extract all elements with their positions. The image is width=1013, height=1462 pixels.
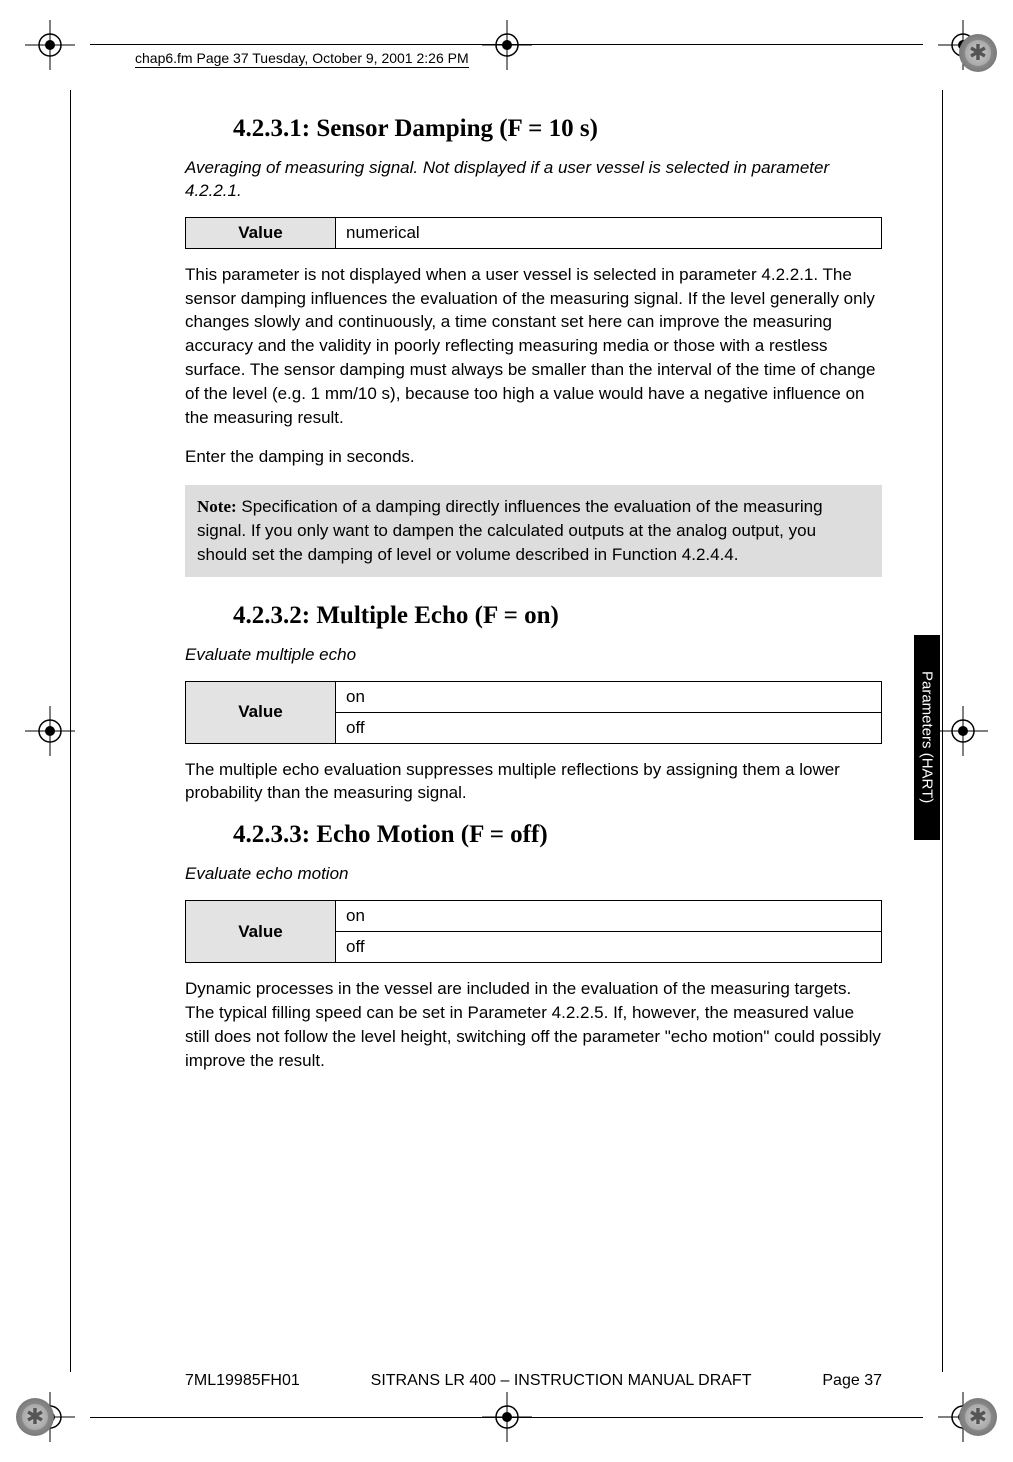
frame-line: [70, 90, 71, 1372]
registration-mark-icon: [482, 20, 532, 70]
body-paragraph: The multiple echo evaluation suppresses …: [185, 758, 882, 806]
section-description: Evaluate multiple echo: [185, 644, 882, 667]
value-table: Value on off: [185, 681, 882, 744]
body-paragraph: This parameter is not displayed when a u…: [185, 263, 882, 430]
table-value-cell: off: [336, 712, 882, 743]
frame-line: [942, 90, 943, 1372]
section-description: Averaging of measuring signal. Not displ…: [185, 157, 882, 203]
frame-line: [90, 1417, 923, 1418]
section-side-tab: Parameters (HART): [914, 635, 940, 840]
body-paragraph: Enter the damping in seconds.: [185, 445, 882, 469]
table-value-cell: on: [336, 901, 882, 932]
section-heading-sensor-damping: 4.2.3.1: Sensor Damping (F = 10 s): [233, 115, 882, 143]
footer-doc-title: SITRANS LR 400 – INSTRUCTION MANUAL DRAF…: [371, 1372, 752, 1390]
frame-line: [90, 44, 923, 45]
binder-screw-icon: [16, 1398, 54, 1436]
header-file-info: chap6.fm Page 37 Tuesday, October 9, 200…: [135, 50, 469, 68]
page-content: 4.2.3.1: Sensor Damping (F = 10 s) Avera…: [185, 115, 882, 1088]
value-table: Value on off: [185, 900, 882, 963]
footer-doc-number: 7ML19985FH01: [185, 1372, 300, 1390]
page-footer: 7ML19985FH01 SITRANS LR 400 – INSTRUCTIO…: [185, 1372, 882, 1390]
footer-page-number: Page 37: [822, 1372, 882, 1390]
note-callout: Note: Specification of a damping directl…: [185, 485, 882, 576]
table-value-cell: off: [336, 932, 882, 963]
body-paragraph: Dynamic processes in the vessel are incl…: [185, 977, 882, 1072]
table-label-cell: Value: [186, 217, 336, 248]
table-value-cell: on: [336, 681, 882, 712]
note-body: Specification of a damping directly infl…: [197, 497, 823, 564]
section-heading-echo-motion: 4.2.3.3: Echo Motion (F = off): [233, 821, 882, 849]
table-value-cell: numerical: [336, 217, 882, 248]
section-description: Evaluate echo motion: [185, 863, 882, 886]
section-heading-multiple-echo: 4.2.3.2: Multiple Echo (F = on): [233, 602, 882, 630]
note-label: Note:: [197, 497, 237, 516]
table-label-cell: Value: [186, 681, 336, 743]
binder-screw-icon: [959, 34, 997, 72]
registration-mark-icon: [938, 706, 988, 756]
table-label-cell: Value: [186, 901, 336, 963]
registration-mark-icon: [25, 706, 75, 756]
value-table: Value numerical: [185, 217, 882, 249]
binder-screw-icon: [959, 1398, 997, 1436]
registration-mark-icon: [25, 20, 75, 70]
